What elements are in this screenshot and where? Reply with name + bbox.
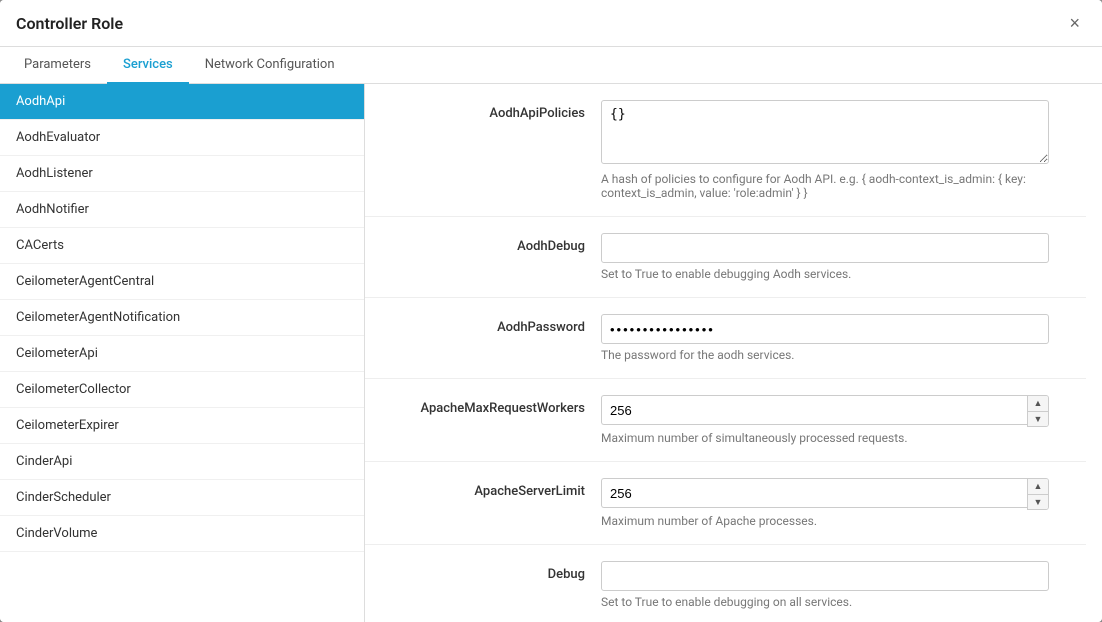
sidebar-item-cacerts[interactable]: CACerts <box>0 228 364 264</box>
field-control-debug <box>601 561 1049 591</box>
debug-input[interactable] <box>601 561 1049 591</box>
sidebar-item-wrapper-ceilometer-agent-central: CeilometerAgentCentral <box>0 264 364 300</box>
apache-server-limit-input[interactable] <box>601 478 1027 508</box>
sidebar-item-aodh-notifier[interactable]: AodhNotifier <box>0 192 364 228</box>
field-section-aodh-password: AodhPassword The password for the aodh s… <box>365 298 1086 379</box>
sidebar-item-ceilometer-agent-notification[interactable]: CeilometerAgentNotification <box>0 300 364 336</box>
field-label-debug: Debug <box>385 561 585 582</box>
sidebar-item-aodh-api[interactable]: AodhApi <box>0 84 364 120</box>
tab-services[interactable]: Services <box>107 47 189 84</box>
field-row-apache-server-limit: ApacheServerLimit ▲ ▼ <box>385 478 1066 510</box>
sidebar-item-wrapper-cacerts: CACerts <box>0 228 364 264</box>
sidebar-item-wrapper-aodh-listener: AodhListener <box>0 156 364 192</box>
apache-server-limit-spinner-up[interactable]: ▲ <box>1028 479 1048 494</box>
field-desc-aodh-api-policies: A hash of policies to configure for Aodh… <box>601 172 1049 200</box>
apache-server-limit-spinner-down[interactable]: ▼ <box>1028 494 1048 509</box>
field-row-aodh-password: AodhPassword <box>385 314 1066 344</box>
field-desc-apache-server-limit: Maximum number of Apache processes. <box>601 514 1049 528</box>
field-control-apache-max-request-workers: ▲ ▼ <box>601 395 1049 427</box>
spinner-buttons: ▲ ▼ <box>1027 395 1049 427</box>
apache-max-request-workers-spinner: ▲ ▼ <box>601 395 1049 427</box>
field-label-apache-server-limit: ApacheServerLimit <box>385 478 585 499</box>
aodh-password-input[interactable] <box>601 314 1049 344</box>
sidebar-item-wrapper-aodh-notifier: AodhNotifier <box>0 192 364 228</box>
aodh-debug-input[interactable] <box>601 233 1049 263</box>
field-label-aodh-debug: AodhDebug <box>385 233 585 254</box>
tabs-bar: Parameters Services Network Configuratio… <box>0 47 1102 84</box>
field-section-apache-server-limit: ApacheServerLimit ▲ ▼ <box>365 462 1086 545</box>
aodh-api-policies-input[interactable]: {} <box>601 100 1049 164</box>
sidebar-item-wrapper-cinder-volume: CinderVolume <box>0 516 364 552</box>
field-label-apache-max-request-workers: ApacheMaxRequestWorkers <box>385 395 585 416</box>
field-control-aodh-password <box>601 314 1049 344</box>
sidebar: AodhApi AodhEvaluator AodhListener AodhN… <box>0 84 365 622</box>
field-row-aodh-api-policies: AodhApiPolicies {} <box>385 100 1066 168</box>
sidebar-item-wrapper-cinder-api: CinderApi <box>0 444 364 480</box>
sidebar-item-wrapper-ceilometer-expirer: CeilometerExpirer <box>0 408 364 444</box>
field-label-aodh-password: AodhPassword <box>385 314 585 335</box>
sidebar-item-aodh-listener[interactable]: AodhListener <box>0 156 364 192</box>
field-row-debug: Debug <box>385 561 1066 591</box>
sidebar-item-cinder-api[interactable]: CinderApi <box>0 444 364 480</box>
content-inner: AodhApiPolicies {} A hash of policies to… <box>365 84 1102 622</box>
field-desc-apache-max-request-workers: Maximum number of simultaneously process… <box>601 431 1049 445</box>
field-control-apache-server-limit: ▲ ▼ <box>601 478 1049 510</box>
sidebar-item-ceilometer-api[interactable]: CeilometerApi <box>0 336 364 372</box>
field-desc-aodh-debug: Set to True to enable debugging Aodh ser… <box>601 267 1049 281</box>
sidebar-item-wrapper-cinder-scheduler: CinderScheduler <box>0 480 364 516</box>
sidebar-item-aodh-evaluator[interactable]: AodhEvaluator <box>0 120 364 156</box>
field-section-aodh-api-policies: AodhApiPolicies {} A hash of policies to… <box>365 84 1086 217</box>
modal-header: Controller Role × <box>0 0 1102 47</box>
field-control-aodh-api-policies: {} <box>601 100 1049 168</box>
sidebar-item-wrapper-ceilometer-api: CeilometerApi <box>0 336 364 372</box>
sidebar-item-cinder-scheduler[interactable]: CinderScheduler <box>0 480 364 516</box>
sidebar-item-ceilometer-expirer[interactable]: CeilometerExpirer <box>0 408 364 444</box>
apache-server-limit-spinner-buttons: ▲ ▼ <box>1027 478 1049 510</box>
sidebar-item-ceilometer-agent-central[interactable]: CeilometerAgentCentral <box>0 264 364 300</box>
sidebar-item-wrapper-aodh-evaluator: AodhEvaluator <box>0 120 364 156</box>
apache-max-request-workers-input[interactable] <box>601 395 1027 425</box>
sidebar-item-wrapper-ceilometer-agent-notification: CeilometerAgentNotification <box>0 300 364 336</box>
sidebar-item-wrapper-aodh-api: AodhApi <box>0 84 364 120</box>
field-desc-aodh-password: The password for the aodh services. <box>601 348 1049 362</box>
field-section-debug: Debug Set to True to enable debugging on… <box>365 545 1086 622</box>
tab-parameters[interactable]: Parameters <box>8 47 107 84</box>
modal: Controller Role × Parameters Services Ne… <box>0 0 1102 622</box>
close-button[interactable]: × <box>1063 12 1086 34</box>
field-row-apache-max-request-workers: ApacheMaxRequestWorkers ▲ ▼ <box>385 395 1066 427</box>
sidebar-item-cinder-volume[interactable]: CinderVolume <box>0 516 364 552</box>
apache-server-limit-spinner: ▲ ▼ <box>601 478 1049 510</box>
field-label-aodh-api-policies: AodhApiPolicies <box>385 100 585 121</box>
body: AodhApi AodhEvaluator AodhListener AodhN… <box>0 84 1102 622</box>
tab-network-configuration[interactable]: Network Configuration <box>189 47 351 84</box>
spinner-up-button[interactable]: ▲ <box>1028 396 1048 411</box>
field-section-aodh-debug: AodhDebug Set to True to enable debuggin… <box>365 217 1086 298</box>
field-control-aodh-debug <box>601 233 1049 263</box>
field-section-apache-max-request-workers: ApacheMaxRequestWorkers ▲ ▼ <box>365 379 1086 462</box>
modal-title: Controller Role <box>16 14 123 33</box>
modal-overlay: Controller Role × Parameters Services Ne… <box>0 0 1102 622</box>
spinner-down-button[interactable]: ▼ <box>1028 411 1048 426</box>
field-row-aodh-debug: AodhDebug <box>385 233 1066 263</box>
sidebar-item-ceilometer-collector[interactable]: CeilometerCollector <box>0 372 364 408</box>
content-area: AodhApiPolicies {} A hash of policies to… <box>365 84 1102 622</box>
field-desc-debug: Set to True to enable debugging on all s… <box>601 595 1049 609</box>
sidebar-item-wrapper-ceilometer-collector: CeilometerCollector <box>0 372 364 408</box>
